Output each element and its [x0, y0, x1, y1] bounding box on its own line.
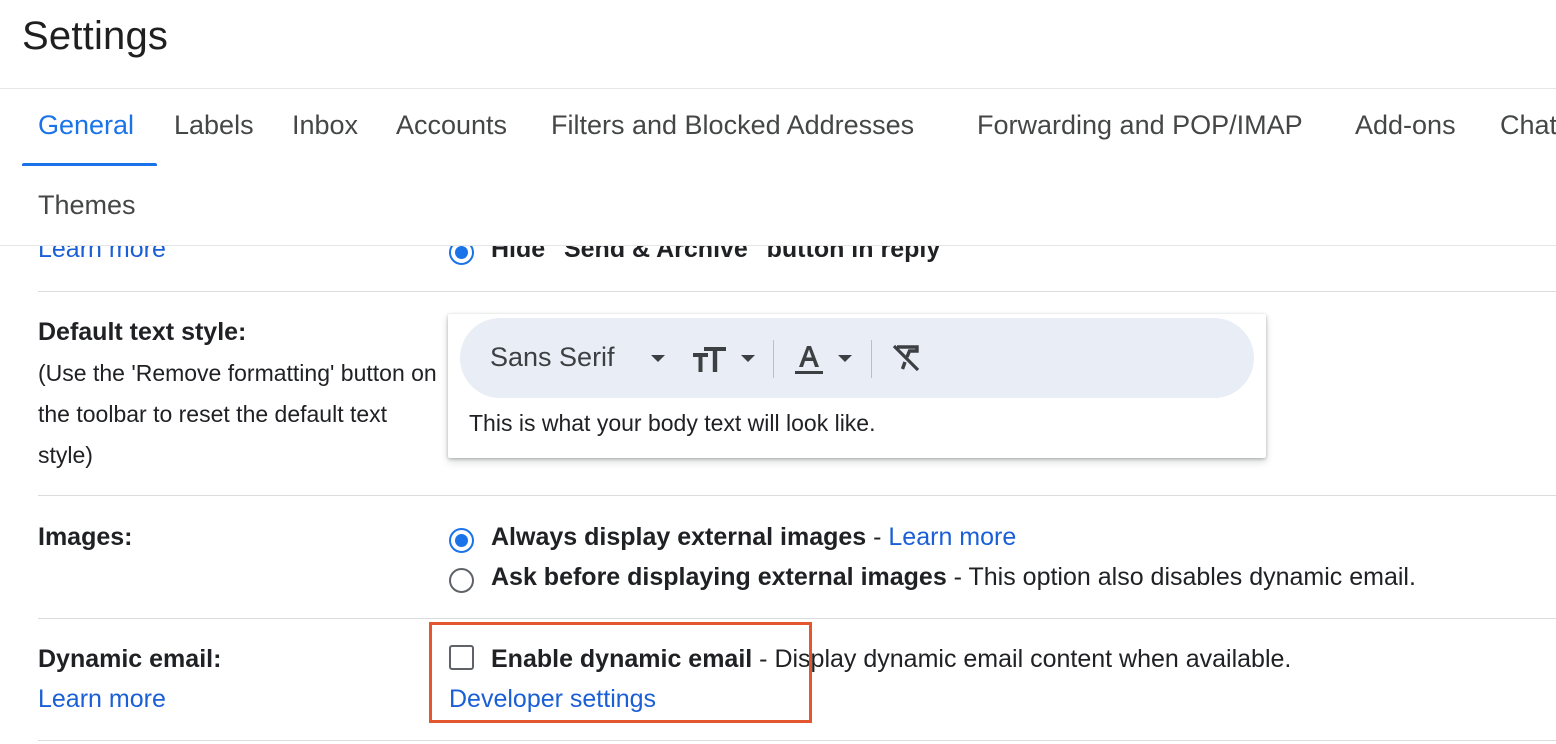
page-title: Settings [22, 14, 169, 58]
images-learn-more-link[interactable]: Learn more [888, 523, 1016, 551]
tab-chat[interactable]: Chat [1500, 110, 1556, 141]
formatting-toolbar: Sans Serif [460, 318, 1254, 398]
always-display-images-option: Always display external images - Learn m… [491, 523, 1017, 551]
text-style-card: Sans Serif This is what your body text w… [448, 314, 1266, 458]
ask-before-displaying-option: Ask before displaying external images - … [491, 563, 1416, 591]
dynamic-email-learn-more-link[interactable]: Learn more [38, 685, 166, 714]
font-family-caret-icon[interactable] [651, 355, 665, 362]
toolbar-separator [871, 340, 872, 378]
tab-themes[interactable]: Themes [38, 190, 136, 221]
send-archive-learn-more-link[interactable]: Learn more [38, 246, 166, 264]
row-divider [38, 495, 1556, 496]
header-divider [0, 88, 1556, 89]
hide-send-archive-radio[interactable] [449, 246, 474, 265]
toolbar-separator [773, 340, 774, 378]
font-size-caret-icon[interactable] [741, 355, 755, 362]
text-color-caret-icon[interactable] [838, 355, 852, 362]
tab-general[interactable]: General [38, 110, 134, 141]
text-style-preview: This is what your body text will look li… [469, 410, 876, 436]
images-label: Images: [38, 523, 133, 551]
tab-inbox[interactable]: Inbox [292, 110, 358, 141]
tab-labels[interactable]: Labels [174, 110, 254, 141]
tab-filters[interactable]: Filters and Blocked Addresses [551, 110, 914, 141]
tab-forwarding[interactable]: Forwarding and POP/IMAP [977, 110, 1303, 141]
font-family-select[interactable]: Sans Serif [490, 342, 615, 373]
font-size-icon[interactable] [692, 344, 728, 374]
row-divider [38, 740, 1556, 741]
row-divider [38, 291, 1556, 292]
row-divider [38, 618, 1556, 619]
dynamic-email-label: Dynamic email: [38, 645, 222, 673]
settings-content[interactable]: Learn more Hide "Send & Archive" button … [0, 246, 1556, 744]
tab-accounts[interactable]: Accounts [396, 110, 507, 141]
always-display-images-radio[interactable] [449, 528, 474, 553]
hide-send-archive-label: Hide "Send & Archive" button in reply [491, 246, 941, 263]
text-color-icon[interactable] [793, 342, 825, 376]
default-text-style-hint: (Use the 'Remove formatting' button on t… [38, 360, 437, 468]
default-text-style-label: Default text style: [38, 318, 247, 346]
active-tab-indicator [22, 163, 157, 166]
ask-before-displaying-radio[interactable] [449, 568, 474, 593]
annotation-highlight-box [429, 622, 812, 723]
remove-formatting-icon[interactable] [890, 342, 922, 374]
tab-addons[interactable]: Add-ons [1355, 110, 1456, 141]
